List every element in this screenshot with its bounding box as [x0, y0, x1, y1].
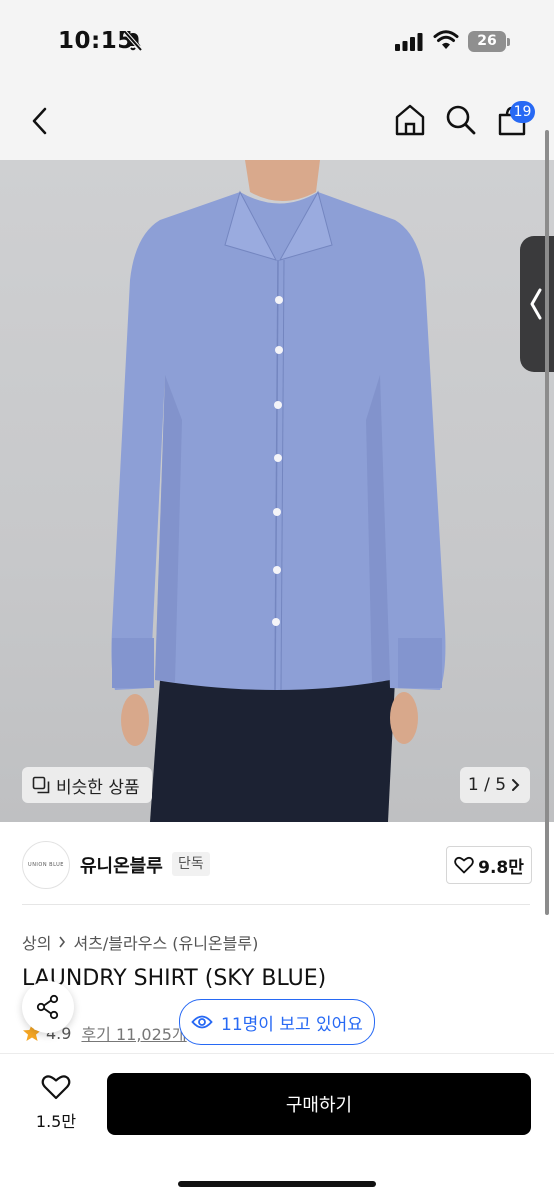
breadcrumb-level2[interactable]: 셔츠/블라우스 (유니온블루): [73, 930, 258, 954]
breadcrumb-level1[interactable]: 상의: [22, 930, 51, 954]
model-photo: [111, 160, 446, 822]
share-icon: [36, 994, 59, 1020]
image-pager[interactable]: 1 / 5: [460, 767, 530, 803]
cart-count-badge: 19: [510, 101, 535, 123]
similar-products-label: 비슷한 상품: [56, 777, 140, 798]
status-bar: 10:15 26: [0, 0, 554, 84]
heart-icon: [41, 1075, 71, 1100]
similar-items-icon: [32, 776, 50, 794]
brand-name[interactable]: 유니온블루: [80, 852, 163, 878]
wishlist-button[interactable]: 1.5만: [22, 1074, 90, 1132]
battery-cap: [507, 38, 510, 46]
similar-products-button[interactable]: 비슷한 상품: [22, 767, 152, 803]
back-arrow-icon[interactable]: [28, 106, 52, 136]
product-image[interactable]: [0, 160, 554, 822]
brand-like-count: 9.8만: [478, 857, 524, 878]
bell-muted-icon: [123, 30, 143, 52]
brand-logo-text: UNION BLUE: [28, 862, 64, 868]
brand-logo[interactable]: UNION BLUE: [22, 841, 70, 889]
image-pager-count: 1 / 5: [467, 775, 507, 795]
search-icon[interactable]: [445, 104, 477, 136]
home-icon[interactable]: [393, 103, 427, 137]
exclusive-badge: 단독: [172, 852, 210, 876]
live-viewers-pill: 11명이 보고 있어요: [179, 999, 375, 1045]
share-button[interactable]: [22, 981, 74, 1033]
buy-button[interactable]: 구매하기: [107, 1073, 531, 1135]
heart-icon: [454, 856, 474, 874]
chevron-right-icon: [59, 936, 66, 948]
wifi-icon: [433, 30, 459, 49]
scrollbar[interactable]: [545, 130, 549, 915]
cellular-signal-icon: [395, 33, 423, 51]
product-title: LAUNDRY SHIRT (SKY BLUE): [22, 966, 327, 991]
eye-icon: [191, 1015, 213, 1029]
home-indicator: [178, 1181, 376, 1187]
wishlist-count: 1.5만: [35, 1112, 77, 1131]
chevron-right-icon: [512, 779, 520, 791]
reviews-link[interactable]: 후기 11,025개: [81, 1021, 186, 1045]
section-divider: [22, 904, 530, 905]
battery-indicator: 26: [468, 31, 506, 52]
brand-like-button[interactable]: 9.8만: [446, 846, 532, 884]
live-viewers-text: 11명이 보고 있어요: [221, 1014, 363, 1035]
breadcrumb: 상의 셔츠/블라우스 (유니온블루): [22, 930, 258, 954]
